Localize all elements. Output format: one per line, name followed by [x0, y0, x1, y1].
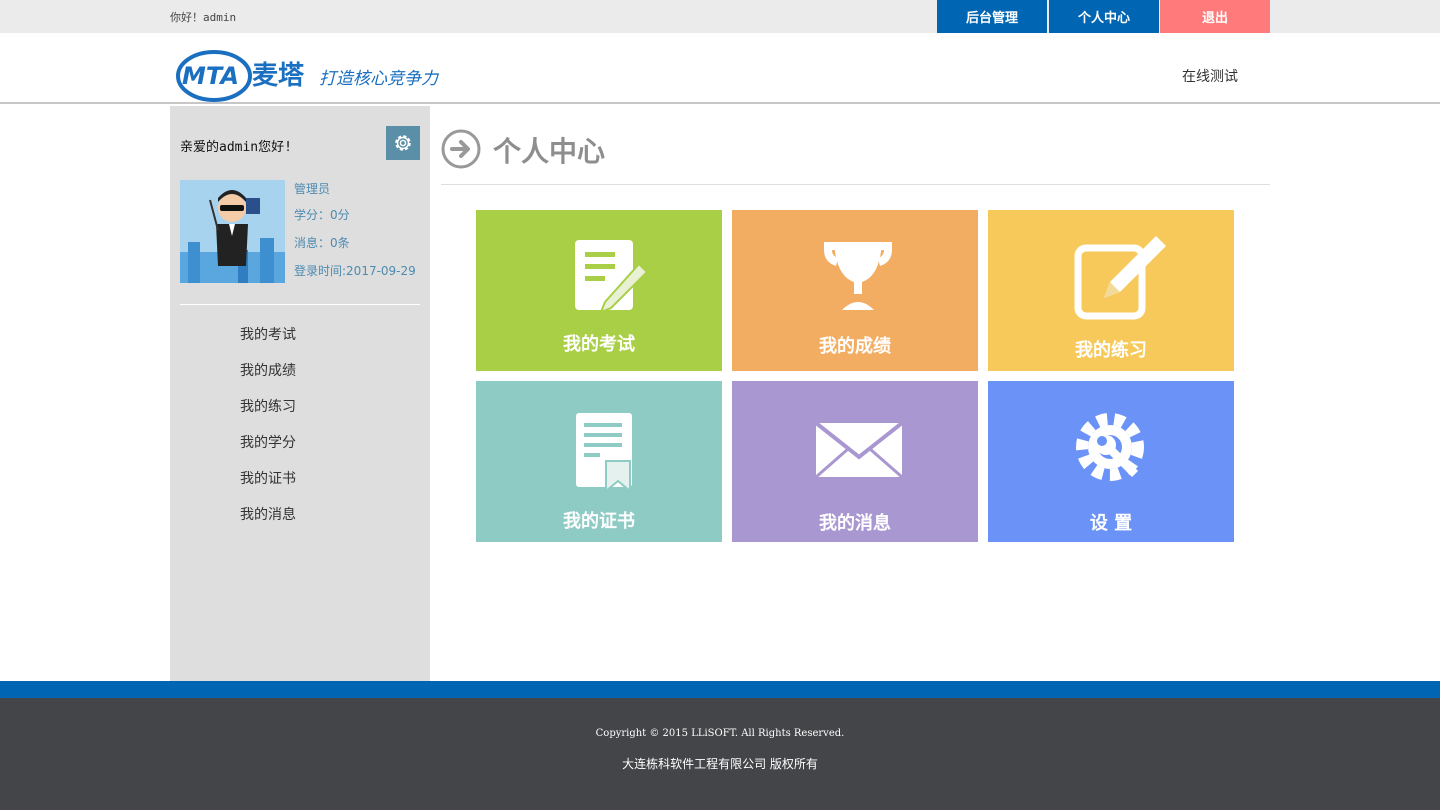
- tile-my-certificates[interactable]: 我的证书: [476, 381, 722, 542]
- tile-label: 我的证书: [563, 511, 635, 532]
- personal-center-button[interactable]: 个人中心: [1049, 0, 1159, 33]
- sidebar-divider: [180, 304, 420, 305]
- tile-label: 我的消息: [819, 513, 891, 534]
- envelope-icon: [814, 421, 904, 479]
- tile-settings[interactable]: 设 置: [988, 381, 1234, 542]
- logout-button[interactable]: 退出: [1160, 0, 1270, 33]
- nav-online-test[interactable]: 在线测试: [1182, 66, 1238, 86]
- page-title: 个人中心: [493, 135, 606, 168]
- wrench-gear-icon: [1076, 413, 1144, 481]
- sidebar-item-my-scores[interactable]: 我的成绩: [240, 360, 296, 396]
- copyright-text: Copyright © 2015 LLiSOFT. All Rights Res…: [595, 728, 845, 739]
- sidebar-item-my-credits[interactable]: 我的学分: [240, 432, 296, 468]
- tile-my-exams[interactable]: 我的考试: [476, 210, 722, 371]
- tile-label: 我的练习: [1075, 340, 1147, 361]
- sidebar-item-my-exams[interactable]: 我的考试: [240, 324, 296, 360]
- tile-my-scores[interactable]: 我的成绩: [732, 210, 978, 371]
- admin-panel-button[interactable]: 后台管理: [937, 0, 1047, 33]
- user-messages: 消息：0条: [294, 236, 350, 250]
- tile-label: 设 置: [1089, 513, 1133, 534]
- document-pen-icon: [575, 240, 649, 314]
- certificate-icon: [576, 413, 632, 493]
- settings-button[interactable]: [386, 126, 420, 160]
- logo-slogan: 打造核心竞争力: [319, 69, 440, 89]
- gear-icon: [395, 135, 411, 151]
- tile-my-practice[interactable]: 我的练习: [988, 210, 1234, 371]
- login-time: 登录时间:2017-09-29: [294, 264, 416, 278]
- sidebar-item-my-messages[interactable]: 我的消息: [240, 504, 296, 540]
- welcome-text: 亲爱的admin您好!: [180, 140, 292, 155]
- mta-logo[interactable]: MTA 麦塔 打造核心竞争力: [176, 48, 446, 102]
- footer: Copyright © 2015 LLiSOFT. All Rights Res…: [0, 698, 1440, 810]
- logo-text: MTA: [182, 62, 239, 90]
- footer-stripe: [0, 681, 1440, 698]
- sidebar-item-my-practice[interactable]: 我的练习: [240, 396, 296, 432]
- arrow-right-circle-icon: [441, 129, 481, 169]
- sidebar-item-my-certificates[interactable]: 我的证书: [240, 468, 296, 504]
- trophy-icon: [824, 242, 892, 310]
- tile-label: 我的成绩: [819, 336, 891, 357]
- avatar: [180, 180, 285, 283]
- edit-icon: [1074, 236, 1166, 320]
- top-bar: 你好！admin 后台管理 个人中心 退出: [0, 0, 1440, 33]
- company-text: 大连栋科软件工程有限公司 版权所有: [622, 757, 818, 771]
- sidebar-menu: 我的考试 我的成绩 我的练习 我的学分 我的证书 我的消息: [240, 324, 296, 540]
- tile-my-messages[interactable]: 我的消息: [732, 381, 978, 542]
- logo-name: 麦塔: [252, 61, 305, 91]
- tile-label: 我的考试: [563, 334, 635, 355]
- user-credit: 学分：0分: [294, 208, 350, 222]
- user-role: 管理员: [294, 182, 331, 196]
- greeting-text: 你好！admin: [170, 11, 237, 24]
- header: MTA 麦塔 打造核心竞争力 在线测试: [0, 33, 1440, 104]
- sidebar: 亲爱的admin您好! 管理员 学分：0分 消息：0条 登录时间:2017-09…: [170, 106, 430, 681]
- page-title-bar: 个人中心: [441, 126, 1270, 185]
